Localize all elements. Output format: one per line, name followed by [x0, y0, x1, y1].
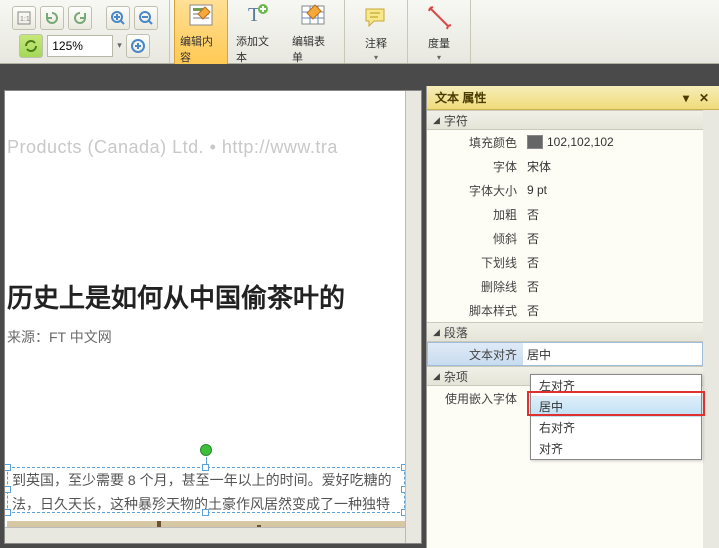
prop-label: 填充颜色: [427, 134, 523, 151]
align-dropdown: 左对齐 居中 右对齐 对齐: [530, 374, 702, 460]
rotate-right-icon[interactable]: [68, 6, 92, 30]
zoom-add-icon[interactable]: [126, 34, 150, 58]
tab-strip: [0, 64, 719, 86]
resize-handle[interactable]: [4, 509, 11, 516]
edit-form-label: 编辑表单: [292, 33, 334, 65]
section-label: 段落: [444, 324, 468, 341]
fit-page-icon[interactable]: 1:1: [12, 6, 36, 30]
prop-label: 加粗: [427, 206, 523, 223]
main-toolbar: 1:1 ▾ 编辑内容 T 添加文本 编辑表单: [0, 0, 719, 64]
section-header-para[interactable]: ◢段落: [427, 322, 719, 342]
horizontal-scrollbar[interactable]: [5, 527, 405, 543]
prop-label: 脚本样式: [427, 302, 523, 319]
align-current-value: 居中: [527, 346, 551, 363]
align-option-center[interactable]: 居中: [531, 396, 701, 417]
edit-content-label: 编辑内容: [180, 33, 222, 65]
prop-value[interactable]: 102,102,102: [523, 135, 719, 149]
rotation-handle[interactable]: [200, 444, 212, 456]
prop-value[interactable]: 否: [523, 230, 719, 247]
prop-value[interactable]: 9 pt: [523, 183, 719, 197]
zoom-in-icon[interactable]: [106, 6, 130, 30]
edit-tools-group: 编辑内容 T 添加文本 编辑表单: [170, 0, 345, 63]
prop-label: 字体: [427, 158, 523, 175]
prop-row-fill: 填充颜色 102,102,102: [427, 130, 719, 154]
watermark-text: Products (Canada) Ltd. • http://www.tra: [5, 91, 421, 158]
prop-row-underline: 下划线否: [427, 250, 719, 274]
document-title: 历史上是如何从中国偷茶叶的: [7, 278, 421, 315]
annotate-group: 注释 ▾: [345, 0, 408, 63]
align-select[interactable]: 居中 ▾: [523, 342, 719, 366]
add-text-button[interactable]: T 添加文本: [230, 0, 284, 69]
fill-color-text: 102,102,102: [547, 135, 614, 149]
align-option-right[interactable]: 右对齐: [531, 417, 701, 438]
resize-handle[interactable]: [202, 509, 209, 516]
color-swatch-icon: [527, 135, 543, 149]
text-selection-box[interactable]: 到英国，至少需要 8 个月，甚至一年以上的时间。爱好吃糖的 法，日久天长，这种暴…: [7, 467, 405, 513]
properties-panel: 文本 属性 ▾ ✕ ◢字符 填充颜色 102,102,102 字体宋体 字体大小…: [426, 86, 719, 548]
prop-row-strike: 删除线否: [427, 274, 719, 298]
zoom-level-input[interactable]: [47, 35, 113, 57]
prop-label: 删除线: [427, 278, 523, 295]
section-label: 字符: [444, 112, 468, 129]
edit-content-button[interactable]: 编辑内容: [174, 0, 228, 69]
selected-text-line: 到英国，至少需要 8 个月，甚至一年以上的时间。爱好吃糖的: [8, 468, 404, 492]
vertical-scrollbar[interactable]: [405, 91, 421, 543]
panel-scrollbar[interactable]: [703, 110, 719, 548]
annotate-button[interactable]: 注释 ▾: [349, 0, 403, 66]
panel-close-icon[interactable]: ✕: [697, 91, 711, 105]
document-area: Products (Canada) Ltd. • http://www.tra …: [0, 86, 426, 548]
zoom-out-icon[interactable]: [134, 6, 158, 30]
prop-value[interactable]: 否: [523, 206, 719, 223]
prop-row-script: 脚本样式否: [427, 298, 719, 322]
edit-form-button[interactable]: 编辑表单: [286, 0, 340, 69]
prop-value[interactable]: 否: [523, 254, 719, 271]
zoom-group: 1:1 ▾: [0, 0, 170, 63]
prop-row-align: 文本对齐 居中 ▾: [427, 342, 719, 366]
resize-handle[interactable]: [4, 486, 11, 493]
annotate-label: 注释: [365, 35, 387, 51]
panel-menu-icon[interactable]: ▾: [679, 91, 693, 105]
measure-label: 度量: [428, 35, 450, 51]
panel-title: 文本 属性: [435, 89, 486, 106]
prop-label: 倾斜: [427, 230, 523, 247]
document-source: 来源：FT 中文网: [7, 327, 421, 347]
resize-handle[interactable]: [202, 464, 209, 471]
refresh-icon[interactable]: [19, 34, 43, 58]
panel-header: 文本 属性 ▾ ✕: [427, 86, 719, 110]
svg-text:1:1: 1:1: [20, 16, 30, 23]
section-label: 杂项: [444, 368, 468, 385]
section-header-char[interactable]: ◢字符: [427, 110, 719, 130]
prop-row-size: 字体大小9 pt: [427, 178, 719, 202]
align-option-justify[interactable]: 对齐: [531, 438, 701, 459]
prop-row-bold: 加粗否: [427, 202, 719, 226]
rotate-left-icon[interactable]: [40, 6, 64, 30]
prop-row-italic: 倾斜否: [427, 226, 719, 250]
align-option-left[interactable]: 左对齐: [531, 375, 701, 396]
document-page[interactable]: Products (Canada) Ltd. • http://www.tra …: [4, 90, 422, 544]
measure-group: 度量 ▾: [408, 0, 471, 63]
prop-value[interactable]: 宋体: [523, 158, 719, 175]
add-text-label: 添加文本: [236, 33, 278, 65]
measure-button[interactable]: 度量 ▾: [412, 0, 466, 66]
prop-row-font: 字体宋体: [427, 154, 719, 178]
prop-label: 使用嵌入字体: [427, 390, 523, 407]
resize-handle[interactable]: [4, 464, 11, 471]
prop-label: 文本对齐: [427, 342, 523, 366]
prop-value[interactable]: 否: [523, 302, 719, 319]
prop-value[interactable]: 否: [523, 278, 719, 295]
prop-label: 下划线: [427, 254, 523, 271]
prop-label: 字体大小: [427, 182, 523, 199]
